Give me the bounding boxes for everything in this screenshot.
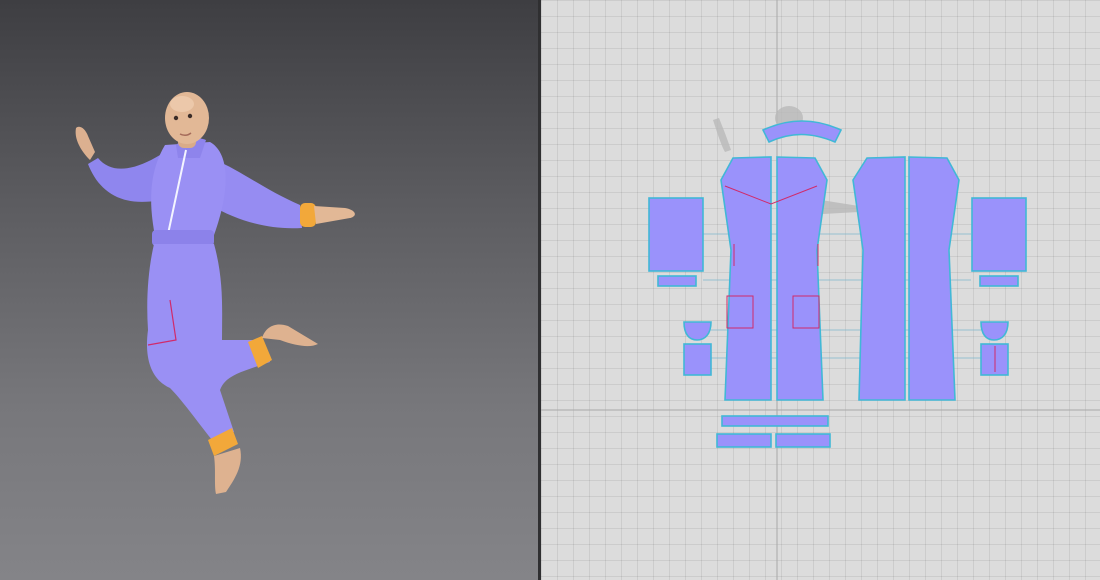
left-hand xyxy=(75,126,95,160)
pattern-hem-band-left[interactable] xyxy=(716,433,772,448)
pattern-canvas[interactable] xyxy=(541,0,1100,580)
pattern-collar[interactable] xyxy=(761,120,843,144)
pattern-front-right-panel[interactable] xyxy=(776,156,828,401)
pattern-sleeve-right[interactable] xyxy=(971,197,1027,272)
pattern-pocket-left[interactable] xyxy=(683,343,712,376)
left-sleeve-3d xyxy=(88,155,160,202)
avatar-3d[interactable] xyxy=(0,0,538,580)
pattern-pocket-bag-left[interactable] xyxy=(683,321,712,341)
pattern-waistband[interactable] xyxy=(721,415,829,427)
upper-foot xyxy=(262,324,318,347)
pattern-sleeve-left[interactable] xyxy=(648,197,704,272)
right-hand xyxy=(314,206,355,224)
2d-pattern-viewport[interactable] xyxy=(541,0,1100,580)
pattern-cuff-right[interactable] xyxy=(979,275,1019,287)
head-highlight xyxy=(170,96,194,112)
waistband-3d xyxy=(152,230,214,246)
pattern-back-right-panel[interactable] xyxy=(908,156,960,401)
pattern-front-left-panel[interactable] xyxy=(720,156,772,401)
3d-viewport[interactable] xyxy=(0,0,538,580)
pattern-pocket-bag-right[interactable] xyxy=(980,321,1009,341)
eye-left xyxy=(173,115,179,121)
pattern-cuff-left[interactable] xyxy=(657,275,697,287)
eye-right xyxy=(187,113,193,119)
pattern-back-left-panel[interactable] xyxy=(852,156,906,401)
pattern-hem-band-right[interactable] xyxy=(775,433,831,448)
lower-foot xyxy=(214,448,241,494)
right-cuff-3d xyxy=(300,203,316,227)
